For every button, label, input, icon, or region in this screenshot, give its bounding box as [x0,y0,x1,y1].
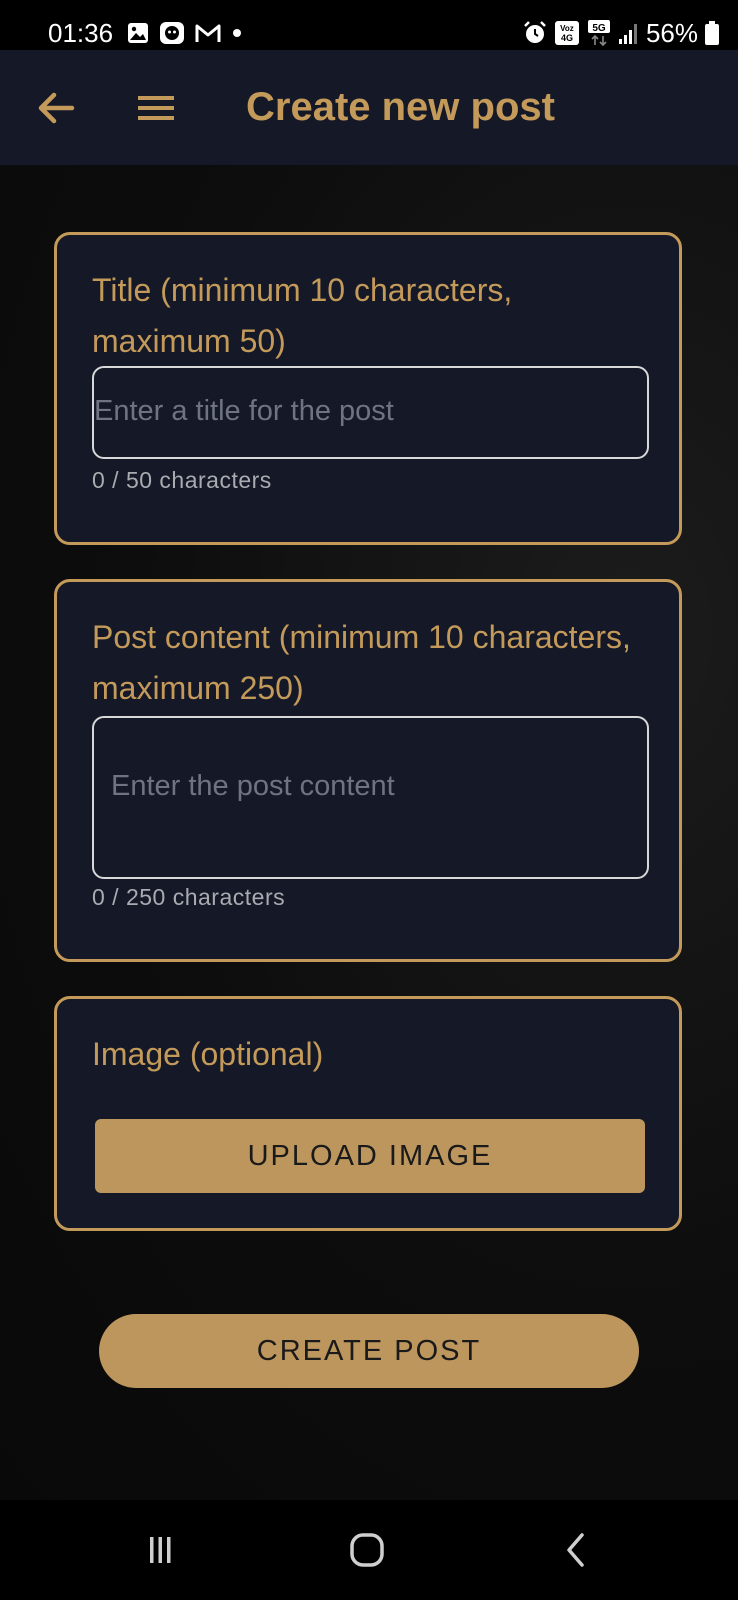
page-title: Create new post [246,85,555,129]
dot-icon [233,29,241,37]
app-bar: Create new post [0,50,738,165]
recent-apps-button[interactable] [130,1525,190,1575]
title-input-placeholder: Enter a title for the post [94,395,394,427]
volte-icon: Voz 4G [554,21,579,45]
content-input[interactable]: Enter the post content [92,716,649,879]
back-nav-button[interactable] [546,1525,606,1575]
hamburger-menu-icon [138,96,174,120]
battery-percent: 56% [645,18,698,48]
app-badge-icon [160,22,184,44]
home-button[interactable] [337,1525,397,1575]
content-field-label: Post content (minimum 10 characters, max… [92,619,631,706]
status-time: 01:36 [48,18,114,48]
gallery-icon [128,23,148,43]
home-icon [350,1533,384,1567]
battery-icon [705,21,719,45]
content-card: Post content (minimum 10 characters, max… [54,579,682,962]
image-field-label: Image (optional) [92,1036,324,1072]
alarm-icon [524,21,546,43]
volte-label: Voz [560,24,574,33]
upload-image-button[interactable]: UPLOAD IMAGE [95,1119,645,1193]
gmail-icon [195,24,221,42]
status-icons-left [126,20,244,46]
screen: 01:36 Voz 4G 5G 56% Create new post Titl… [0,0,738,1600]
title-card: Title (minimum 10 characters, maximum 50… [54,232,682,545]
title-char-counter: 0 / 50 characters [92,467,272,493]
create-post-button[interactable]: CREATE POST [99,1314,639,1388]
back-button[interactable] [30,82,82,134]
5g-data-icon: 5G [587,20,610,47]
system-nav-bar [0,1500,738,1600]
content-input-placeholder: Enter the post content [111,770,395,802]
content-char-counter: 0 / 250 characters [92,884,286,910]
image-card: Image (optional) UPLOAD IMAGE [54,996,682,1231]
volte-4g-label: 4G [561,33,573,43]
arrow-left-icon [38,92,75,124]
menu-button[interactable] [130,82,182,134]
5g-label: 5G [592,23,606,34]
back-nav-icon [567,1533,584,1567]
status-icons-right: Voz 4G 5G 56% [522,18,720,48]
title-field-label: Title (minimum 10 characters, maximum 50… [92,272,513,359]
signal-icon [618,24,637,44]
status-bar: 01:36 Voz 4G 5G 56% [0,0,738,50]
title-input[interactable]: Enter a title for the post [92,366,649,459]
recent-apps-icon [150,1537,171,1563]
